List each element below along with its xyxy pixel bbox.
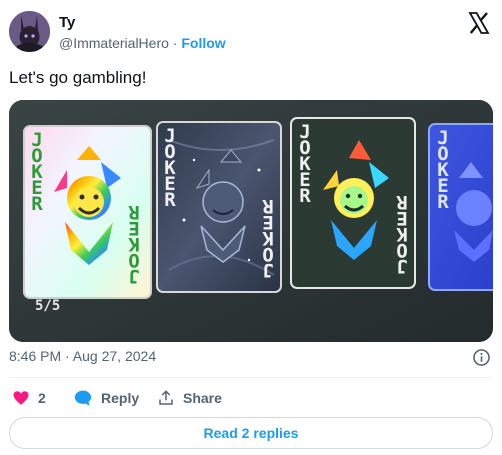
card-3-label-right: JOKER: [396, 191, 408, 277]
share-icon: [159, 390, 173, 405]
avatar[interactable]: [9, 11, 50, 52]
separator-dot: ·: [172, 35, 178, 51]
author-display-name[interactable]: Ty: [59, 14, 226, 32]
card-1-label-right: JOKER: [128, 201, 140, 287]
card-1-label-left: JOKER: [31, 129, 43, 215]
x-logo-icon[interactable]: [467, 11, 491, 35]
like-button[interactable]: 2: [12, 385, 46, 411]
author-handle[interactable]: @ImmaterialHero: [59, 35, 169, 51]
share-label: Share: [183, 390, 222, 406]
reply-bubble-icon: [74, 390, 92, 406]
tweet-header: Ty @ImmaterialHero · Follow: [9, 9, 493, 55]
like-count: 2: [38, 390, 46, 406]
info-icon[interactable]: [472, 348, 491, 367]
tweet-text: Let's go gambling!: [9, 68, 147, 87]
card-2-label-right: JOKER: [262, 195, 274, 281]
heart-icon: [13, 391, 29, 405]
read-replies-button[interactable]: Read 2 replies: [9, 417, 493, 449]
reply-label: Reply: [101, 390, 140, 406]
tweet-media[interactable]: JOKER JOKER JOKER JOKER JOKER JOKER JOKE…: [9, 100, 493, 342]
hand-counter: 5/5: [35, 298, 61, 314]
share-button[interactable]: Share: [157, 385, 222, 411]
action-bar: 2 Reply Share: [9, 385, 493, 411]
author-handle-row: @ImmaterialHero · Follow: [59, 34, 226, 52]
tweet-timestamp[interactable]: 8:46 PM · Aug 27, 2024: [9, 348, 156, 364]
reply-button[interactable]: Reply: [73, 385, 139, 411]
divider: [9, 377, 493, 378]
card-3-label-left: JOKER: [299, 121, 311, 207]
follow-button[interactable]: Follow: [181, 35, 225, 51]
card-4-label-left: JOKER: [437, 127, 449, 213]
card-2-label-left: JOKER: [164, 125, 176, 211]
media-background: [9, 100, 493, 342]
